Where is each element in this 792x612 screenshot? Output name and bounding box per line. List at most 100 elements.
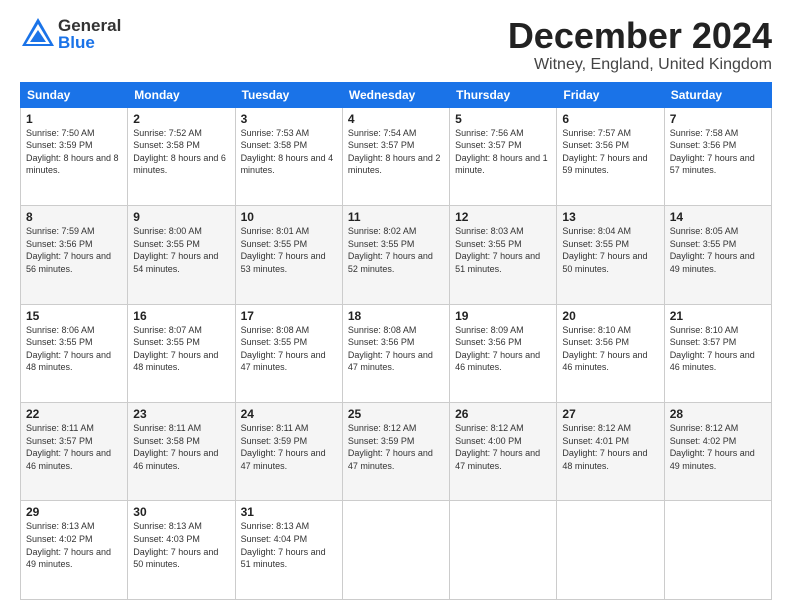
calendar-cell xyxy=(557,501,664,600)
day-info: Sunrise: 8:12 AMSunset: 4:02 PMDaylight:… xyxy=(670,422,766,472)
day-number: 26 xyxy=(455,407,551,421)
day-info: Sunrise: 8:13 AMSunset: 4:02 PMDaylight:… xyxy=(26,520,122,570)
main-title: December 2024 xyxy=(508,16,772,56)
calendar-cell: 9Sunrise: 8:00 AMSunset: 3:55 PMDaylight… xyxy=(128,206,235,304)
calendar-cell: 26Sunrise: 8:12 AMSunset: 4:00 PMDayligh… xyxy=(450,403,557,501)
day-info: Sunrise: 7:56 AMSunset: 3:57 PMDaylight:… xyxy=(455,127,551,177)
calendar-week-4: 22Sunrise: 8:11 AMSunset: 3:57 PMDayligh… xyxy=(21,403,772,501)
calendar-cell: 20Sunrise: 8:10 AMSunset: 3:56 PMDayligh… xyxy=(557,304,664,402)
header: General Blue December 2024 Witney, Engla… xyxy=(20,16,772,74)
logo-text: General Blue xyxy=(58,17,121,51)
day-number: 6 xyxy=(562,112,658,126)
calendar-cell xyxy=(342,501,449,600)
day-number: 11 xyxy=(348,210,444,224)
day-number: 24 xyxy=(241,407,337,421)
day-info: Sunrise: 8:10 AMSunset: 3:56 PMDaylight:… xyxy=(562,324,658,374)
day-info: Sunrise: 7:58 AMSunset: 3:56 PMDaylight:… xyxy=(670,127,766,177)
calendar-cell: 25Sunrise: 8:12 AMSunset: 3:59 PMDayligh… xyxy=(342,403,449,501)
calendar-cell: 6Sunrise: 7:57 AMSunset: 3:56 PMDaylight… xyxy=(557,107,664,205)
logo: General Blue xyxy=(20,16,121,52)
calendar-cell: 22Sunrise: 8:11 AMSunset: 3:57 PMDayligh… xyxy=(21,403,128,501)
day-number: 31 xyxy=(241,505,337,519)
calendar-cell: 16Sunrise: 8:07 AMSunset: 3:55 PMDayligh… xyxy=(128,304,235,402)
calendar-cell: 31Sunrise: 8:13 AMSunset: 4:04 PMDayligh… xyxy=(235,501,342,600)
col-tuesday: Tuesday xyxy=(235,82,342,107)
calendar-cell: 4Sunrise: 7:54 AMSunset: 3:57 PMDaylight… xyxy=(342,107,449,205)
day-number: 30 xyxy=(133,505,229,519)
day-info: Sunrise: 8:00 AMSunset: 3:55 PMDaylight:… xyxy=(133,225,229,275)
day-info: Sunrise: 8:08 AMSunset: 3:55 PMDaylight:… xyxy=(241,324,337,374)
day-number: 2 xyxy=(133,112,229,126)
col-sunday: Sunday xyxy=(21,82,128,107)
col-thursday: Thursday xyxy=(450,82,557,107)
calendar-cell xyxy=(664,501,771,600)
day-number: 15 xyxy=(26,309,122,323)
calendar-week-5: 29Sunrise: 8:13 AMSunset: 4:02 PMDayligh… xyxy=(21,501,772,600)
day-number: 23 xyxy=(133,407,229,421)
calendar-cell: 2Sunrise: 7:52 AMSunset: 3:58 PMDaylight… xyxy=(128,107,235,205)
day-info: Sunrise: 8:11 AMSunset: 3:58 PMDaylight:… xyxy=(133,422,229,472)
day-number: 27 xyxy=(562,407,658,421)
day-number: 17 xyxy=(241,309,337,323)
day-info: Sunrise: 7:50 AMSunset: 3:59 PMDaylight:… xyxy=(26,127,122,177)
calendar-cell: 10Sunrise: 8:01 AMSunset: 3:55 PMDayligh… xyxy=(235,206,342,304)
title-block: December 2024 Witney, England, United Ki… xyxy=(508,16,772,74)
day-info: Sunrise: 8:02 AMSunset: 3:55 PMDaylight:… xyxy=(348,225,444,275)
day-number: 13 xyxy=(562,210,658,224)
day-info: Sunrise: 8:11 AMSunset: 3:59 PMDaylight:… xyxy=(241,422,337,472)
calendar-cell: 21Sunrise: 8:10 AMSunset: 3:57 PMDayligh… xyxy=(664,304,771,402)
day-info: Sunrise: 8:09 AMSunset: 3:56 PMDaylight:… xyxy=(455,324,551,374)
day-number: 5 xyxy=(455,112,551,126)
calendar-cell: 18Sunrise: 8:08 AMSunset: 3:56 PMDayligh… xyxy=(342,304,449,402)
day-info: Sunrise: 8:07 AMSunset: 3:55 PMDaylight:… xyxy=(133,324,229,374)
day-info: Sunrise: 8:10 AMSunset: 3:57 PMDaylight:… xyxy=(670,324,766,374)
col-friday: Friday xyxy=(557,82,664,107)
calendar-cell: 13Sunrise: 8:04 AMSunset: 3:55 PMDayligh… xyxy=(557,206,664,304)
calendar-cell: 27Sunrise: 8:12 AMSunset: 4:01 PMDayligh… xyxy=(557,403,664,501)
day-number: 25 xyxy=(348,407,444,421)
calendar-cell: 24Sunrise: 8:11 AMSunset: 3:59 PMDayligh… xyxy=(235,403,342,501)
calendar-cell: 12Sunrise: 8:03 AMSunset: 3:55 PMDayligh… xyxy=(450,206,557,304)
calendar-cell: 28Sunrise: 8:12 AMSunset: 4:02 PMDayligh… xyxy=(664,403,771,501)
calendar-cell: 29Sunrise: 8:13 AMSunset: 4:02 PMDayligh… xyxy=(21,501,128,600)
calendar-week-1: 1Sunrise: 7:50 AMSunset: 3:59 PMDaylight… xyxy=(21,107,772,205)
day-number: 18 xyxy=(348,309,444,323)
day-number: 16 xyxy=(133,309,229,323)
day-info: Sunrise: 7:54 AMSunset: 3:57 PMDaylight:… xyxy=(348,127,444,177)
calendar-week-3: 15Sunrise: 8:06 AMSunset: 3:55 PMDayligh… xyxy=(21,304,772,402)
day-info: Sunrise: 7:52 AMSunset: 3:58 PMDaylight:… xyxy=(133,127,229,177)
header-row: Sunday Monday Tuesday Wednesday Thursday… xyxy=(21,82,772,107)
day-info: Sunrise: 8:12 AMSunset: 4:01 PMDaylight:… xyxy=(562,422,658,472)
day-number: 7 xyxy=(670,112,766,126)
col-monday: Monday xyxy=(128,82,235,107)
logo-icon xyxy=(20,16,56,52)
day-info: Sunrise: 7:53 AMSunset: 3:58 PMDaylight:… xyxy=(241,127,337,177)
day-info: Sunrise: 8:01 AMSunset: 3:55 PMDaylight:… xyxy=(241,225,337,275)
col-saturday: Saturday xyxy=(664,82,771,107)
day-number: 19 xyxy=(455,309,551,323)
calendar-cell: 5Sunrise: 7:56 AMSunset: 3:57 PMDaylight… xyxy=(450,107,557,205)
day-number: 28 xyxy=(670,407,766,421)
day-info: Sunrise: 7:57 AMSunset: 3:56 PMDaylight:… xyxy=(562,127,658,177)
page: General Blue December 2024 Witney, Engla… xyxy=(0,0,792,612)
subtitle: Witney, England, United Kingdom xyxy=(508,56,772,74)
calendar-cell: 30Sunrise: 8:13 AMSunset: 4:03 PMDayligh… xyxy=(128,501,235,600)
day-info: Sunrise: 8:12 AMSunset: 3:59 PMDaylight:… xyxy=(348,422,444,472)
calendar-week-2: 8Sunrise: 7:59 AMSunset: 3:56 PMDaylight… xyxy=(21,206,772,304)
day-info: Sunrise: 8:12 AMSunset: 4:00 PMDaylight:… xyxy=(455,422,551,472)
day-number: 3 xyxy=(241,112,337,126)
day-number: 21 xyxy=(670,309,766,323)
day-number: 20 xyxy=(562,309,658,323)
calendar-cell xyxy=(450,501,557,600)
calendar-cell: 14Sunrise: 8:05 AMSunset: 3:55 PMDayligh… xyxy=(664,206,771,304)
calendar-cell: 8Sunrise: 7:59 AMSunset: 3:56 PMDaylight… xyxy=(21,206,128,304)
day-info: Sunrise: 7:59 AMSunset: 3:56 PMDaylight:… xyxy=(26,225,122,275)
calendar-cell: 19Sunrise: 8:09 AMSunset: 3:56 PMDayligh… xyxy=(450,304,557,402)
day-info: Sunrise: 8:04 AMSunset: 3:55 PMDaylight:… xyxy=(562,225,658,275)
calendar-table: Sunday Monday Tuesday Wednesday Thursday… xyxy=(20,82,772,600)
calendar-cell: 3Sunrise: 7:53 AMSunset: 3:58 PMDaylight… xyxy=(235,107,342,205)
calendar-cell: 7Sunrise: 7:58 AMSunset: 3:56 PMDaylight… xyxy=(664,107,771,205)
logo-blue: Blue xyxy=(58,34,121,51)
day-info: Sunrise: 8:03 AMSunset: 3:55 PMDaylight:… xyxy=(455,225,551,275)
day-number: 22 xyxy=(26,407,122,421)
